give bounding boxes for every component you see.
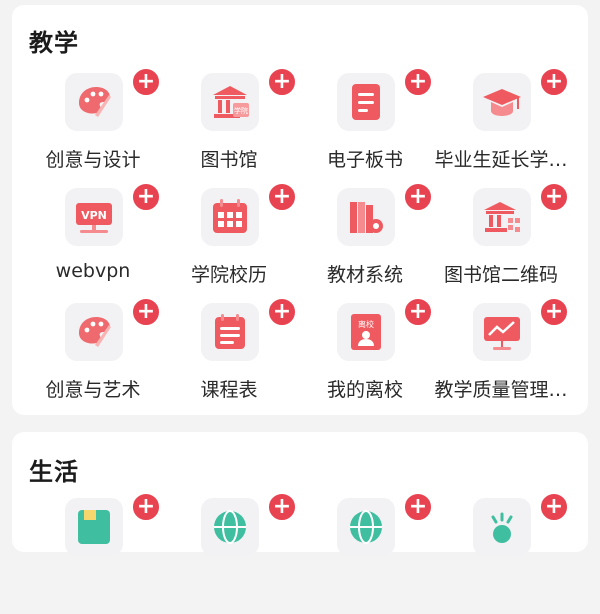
add-button[interactable]: + bbox=[131, 297, 161, 327]
tile-label: 教材系统 bbox=[326, 264, 403, 286]
tile-label: 图书馆二维码 bbox=[443, 264, 558, 286]
section-title: 教学 bbox=[29, 29, 79, 57]
app-tile-library[interactable]: 学院 + 图书馆 bbox=[160, 67, 298, 189]
tile-label: 我的离校 bbox=[326, 379, 403, 401]
books-icon bbox=[337, 188, 395, 246]
app-tile-life-4[interactable]: + bbox=[432, 492, 570, 614]
add-button[interactable]: + bbox=[539, 492, 569, 522]
tile-label: 教学质量管理… bbox=[434, 379, 568, 401]
tile-label: 毕业生延长学… bbox=[434, 149, 568, 171]
green-card-icon bbox=[65, 498, 123, 556]
add-button[interactable]: + bbox=[403, 67, 433, 97]
presentation-chart-icon bbox=[473, 303, 531, 361]
vpn-screen-icon: VPN bbox=[65, 188, 123, 246]
tile-label: 创意与设计 bbox=[45, 149, 141, 171]
leave-school-icon: 离校 bbox=[337, 303, 395, 361]
tile-label: 电子板书 bbox=[326, 149, 403, 171]
app-tile-life-3[interactable]: + bbox=[296, 492, 434, 614]
svg-text:学院: 学院 bbox=[234, 106, 248, 115]
add-button[interactable]: + bbox=[267, 297, 297, 327]
globe-icon bbox=[337, 498, 395, 556]
globe-icon bbox=[201, 498, 259, 556]
app-tile-my-leave-school[interactable]: 离校 + 我的离校 bbox=[296, 297, 434, 419]
app-tile-textbook-system[interactable]: + 教材系统 bbox=[296, 182, 434, 304]
library-qrcode-icon bbox=[473, 188, 531, 246]
add-button[interactable]: + bbox=[131, 67, 161, 97]
app-tile-creative-design[interactable]: + 创意与设计 bbox=[24, 67, 162, 189]
add-button[interactable]: + bbox=[267, 67, 297, 97]
graduation-cap-icon bbox=[473, 73, 531, 131]
schedule-icon bbox=[201, 303, 259, 361]
document-icon bbox=[337, 73, 395, 131]
app-tile-teaching-quality[interactable]: + 教学质量管理… bbox=[432, 297, 570, 419]
tile-label: 学院校历 bbox=[190, 264, 267, 286]
add-button[interactable]: + bbox=[131, 492, 161, 522]
app-tile-academic-calendar[interactable]: + 学院校历 bbox=[160, 182, 298, 304]
add-button[interactable]: + bbox=[267, 182, 297, 212]
add-button[interactable]: + bbox=[539, 67, 569, 97]
add-button[interactable]: + bbox=[403, 182, 433, 212]
sparkle-icon bbox=[473, 498, 531, 556]
tile-label: webvpn bbox=[55, 260, 131, 282]
section-title: 生活 bbox=[29, 458, 79, 486]
app-tile-life-2[interactable]: + bbox=[160, 492, 298, 614]
add-button[interactable]: + bbox=[267, 492, 297, 522]
app-tile-webvpn[interactable]: VPN + webvpn bbox=[24, 182, 162, 304]
library-building-icon: 学院 bbox=[201, 73, 259, 131]
add-button[interactable]: + bbox=[539, 297, 569, 327]
app-tile-e-blackboard[interactable]: + 电子板书 bbox=[296, 67, 434, 189]
tile-label: 课程表 bbox=[200, 379, 258, 401]
svg-text:离校: 离校 bbox=[358, 319, 374, 329]
palette-icon bbox=[65, 303, 123, 361]
add-button[interactable]: + bbox=[131, 182, 161, 212]
tile-label: 创意与艺术 bbox=[45, 379, 141, 401]
palette-icon bbox=[65, 73, 123, 131]
svg-text:VPN: VPN bbox=[81, 209, 107, 222]
section-life-card: 生活 + + + + bbox=[12, 432, 588, 556]
app-tile-library-qrcode[interactable]: + 图书馆二维码 bbox=[432, 182, 570, 304]
app-tile-creative-art[interactable]: + 创意与艺术 bbox=[24, 297, 162, 419]
add-button[interactable]: + bbox=[403, 492, 433, 522]
section-teaching-card: 教学 + 创意与设计 学院 + 图书馆 + 电子板书 + 毕业生延长学… VPN… bbox=[12, 5, 588, 415]
app-tile-life-1[interactable]: + bbox=[24, 492, 162, 614]
add-button[interactable]: + bbox=[539, 182, 569, 212]
calendar-icon bbox=[201, 188, 259, 246]
add-button[interactable]: + bbox=[403, 297, 433, 327]
app-tile-graduate-extension[interactable]: + 毕业生延长学… bbox=[432, 67, 570, 189]
app-tile-course-schedule[interactable]: + 课程表 bbox=[160, 297, 298, 419]
tile-label: 图书馆 bbox=[200, 149, 258, 171]
